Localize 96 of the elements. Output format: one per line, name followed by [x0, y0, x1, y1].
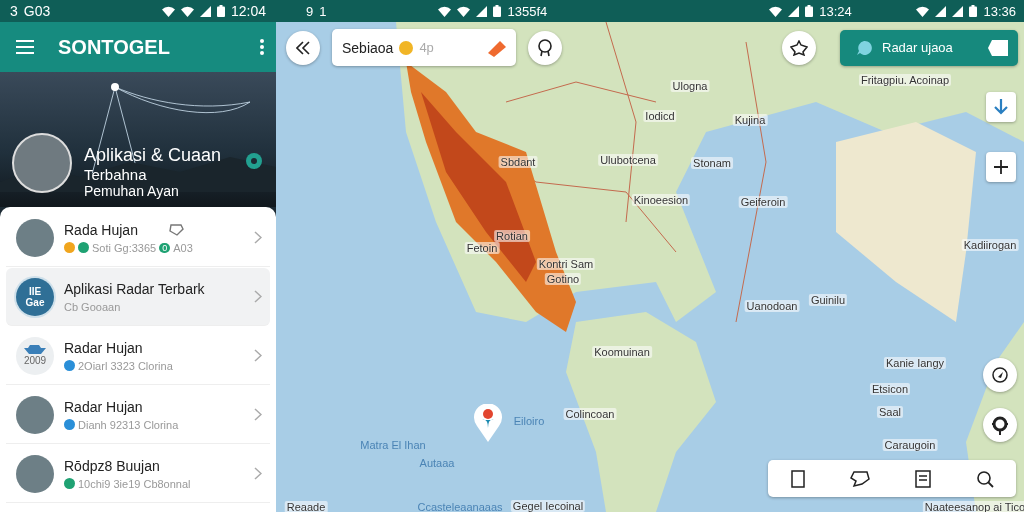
star-icon [790, 39, 808, 56]
battery-icon [216, 5, 225, 17]
wifi-icon [457, 5, 471, 17]
back-icon [296, 40, 310, 55]
list-item[interactable]: IIE Gae Aplikasi Radar Terbark Cb Gooaan [6, 268, 270, 326]
item-title: Radar Hujan [64, 339, 143, 356]
map-label: Autaaa [419, 457, 455, 469]
signal-icon [199, 5, 211, 17]
map-label: Koomuinan [592, 346, 652, 358]
chevron-icon [254, 231, 262, 244]
chevron-icon [254, 467, 262, 480]
clock-text: 12:04 [230, 3, 266, 19]
map-label: Stonam [691, 157, 733, 169]
count-badge: 0 [159, 242, 171, 253]
status-text: 1 [319, 3, 327, 19]
item-subtitle: 10chi9 3ie19 Cb8onnal [78, 477, 191, 490]
list-item[interactable]: 2009 Radar Hujan 2Oiarl 3323 Clorina [6, 327, 270, 385]
down-arrow-icon [994, 99, 1008, 115]
wifi-icon [438, 5, 452, 17]
item-info: A03 [173, 241, 193, 254]
map-label: Ulubotcena [598, 154, 658, 166]
avatar-photo [16, 454, 54, 493]
wifi-icon [180, 5, 194, 17]
map-label: Colincoan [563, 408, 617, 420]
avatar-photo [16, 218, 54, 257]
profile-photo [12, 133, 72, 193]
search-field[interactable]: Sebiaoa 4p [332, 29, 516, 66]
document-icon[interactable] [914, 469, 931, 488]
bookmark-icon[interactable] [790, 469, 805, 488]
header-subtitle: Terbahna [84, 166, 148, 183]
wifi-icon [916, 5, 930, 17]
map-pin-icon[interactable] [474, 404, 502, 442]
plus-icon [994, 160, 1008, 174]
chevron-icon [254, 408, 262, 421]
tag-icon [988, 38, 1008, 57]
wifi-icon [769, 5, 783, 17]
item-subtitle: Cb Gooaan [64, 300, 121, 313]
signal-icon [788, 5, 800, 17]
app-title: SONTOGEL [58, 35, 171, 59]
map-label: Reaade [284, 501, 328, 512]
header-caption: Pemuhan Ayan [84, 183, 180, 199]
map-label: Sbdant [498, 156, 538, 168]
radar-button[interactable]: Radar ujaoa [840, 29, 1018, 66]
battery-icon [969, 5, 978, 17]
clock-text: 13:24 [819, 3, 852, 19]
map-label: Geiferoin [738, 196, 788, 208]
avatar-photo [16, 395, 54, 434]
search-icon[interactable] [975, 469, 994, 488]
zoom-in-button[interactable] [986, 152, 1016, 182]
item-subtitle: Soti Gg:3365 [92, 241, 157, 254]
app-logo: IIE Gae [16, 277, 54, 316]
map-label: Caraugoin [882, 439, 938, 451]
chevron-icon [254, 290, 262, 303]
signal-icon [476, 5, 488, 17]
list-item[interactable]: Rōdpz8 Buujan 10chi9 3ie19 Cb8onnal [6, 445, 270, 503]
chevron-icon [254, 349, 262, 362]
map-label: Etsicon [869, 383, 911, 395]
map-label: Uanodoan [744, 300, 800, 312]
map-label: Guinilu [808, 294, 848, 306]
boat-logo: 2009 [16, 336, 54, 375]
map-label: Matra El Ihan [360, 439, 426, 451]
camera-icon[interactable] [246, 153, 262, 169]
header-title: Aplikasi & Cuaan [84, 145, 223, 166]
balloon-icon [537, 38, 553, 57]
status-text: 9 [306, 3, 314, 19]
map-label: Fritagpiu. Acoinap [858, 74, 952, 86]
map-label: Gotino [544, 273, 582, 285]
item-title: Aplikasi Radar Terbark [64, 280, 205, 297]
item-subtitle: 2Oiarl 3323 Clorina [78, 359, 173, 372]
chat-bubble-icon [856, 39, 872, 56]
item-title: Radar Hujan [64, 398, 143, 415]
status-text: 3 [10, 3, 18, 19]
signal-icon [952, 5, 964, 17]
download-button[interactable] [986, 92, 1016, 122]
signal-icon [935, 5, 947, 17]
battery-icon [493, 5, 502, 17]
item-title: Rada Hujan [64, 221, 138, 238]
list-item[interactable]: Rada Hujan Soti Gg:3365 0 A03 [6, 209, 270, 267]
menu-icon[interactable] [16, 40, 34, 54]
map-label: Ccasteleaanaaas [417, 501, 503, 512]
wifi-icon [161, 5, 175, 17]
location-icon [990, 415, 1010, 435]
map-label: Kanie Iangy [883, 357, 947, 369]
chat-icon[interactable] [849, 469, 870, 488]
list-item[interactable]: Radar Hujan Dianh 92313 Clorina [6, 386, 270, 444]
more-options-icon[interactable] [260, 39, 264, 55]
item-subtitle: Dianh 92313 Clorina [78, 418, 179, 431]
status-text: G03 [23, 3, 51, 19]
clock-text: 1355f4 [507, 3, 548, 19]
item-title: Rōdpz8 Buujan [64, 457, 160, 474]
map-label: Eiloiro [513, 415, 545, 427]
compass-icon [991, 366, 1009, 384]
battery-icon [805, 5, 814, 17]
sun-icon [398, 40, 415, 55]
map-label: Ulogna [670, 80, 710, 92]
clock-text: 13:36 [983, 3, 1016, 19]
